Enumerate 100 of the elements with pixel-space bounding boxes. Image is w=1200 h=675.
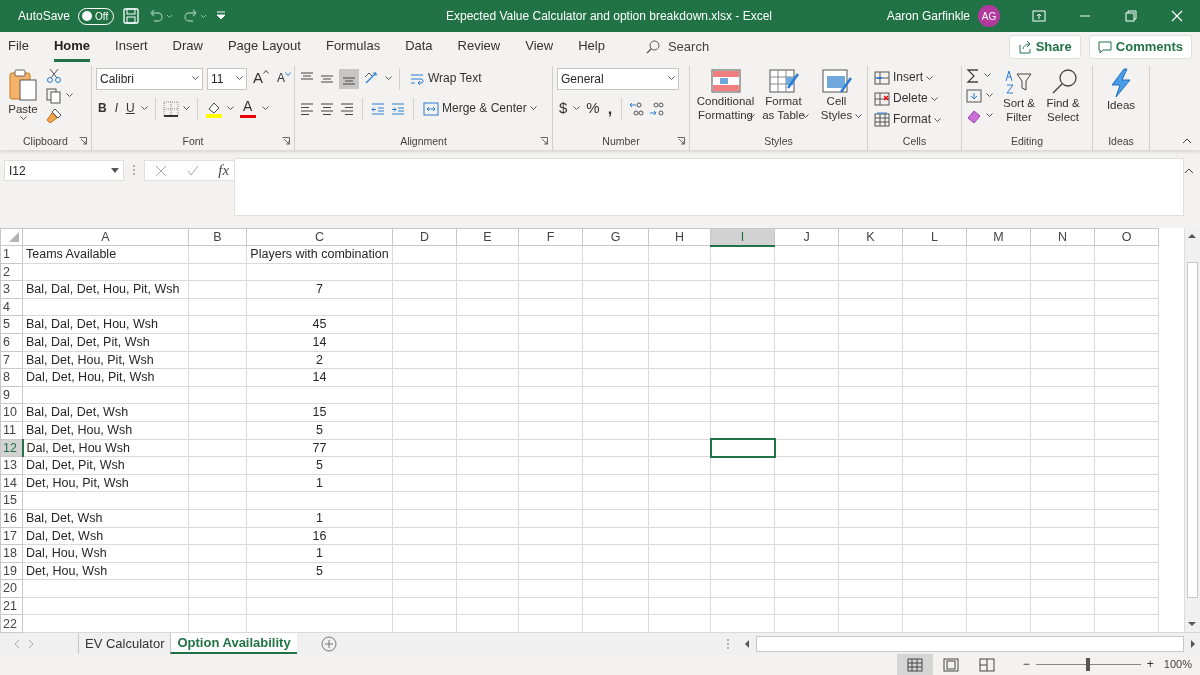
zoom-slider-thumb[interactable] xyxy=(1086,658,1091,671)
collapse-ribbon-icon[interactable] xyxy=(1182,138,1192,144)
column-header[interactable]: G xyxy=(582,228,649,246)
customize-icon[interactable] xyxy=(216,11,227,21)
collapse-formula-icon[interactable] xyxy=(1184,168,1194,174)
column-header[interactable]: K xyxy=(838,228,903,246)
comma-button[interactable]: , xyxy=(605,98,615,119)
lightning-icon xyxy=(1109,67,1133,98)
sum-icon[interactable] xyxy=(966,67,980,84)
table-cell: Bal, Det, Hou, Pit, Wsh xyxy=(26,352,154,367)
avatar[interactable]: AG xyxy=(978,5,1000,27)
column-header[interactable]: J xyxy=(774,228,839,246)
column-header[interactable]: F xyxy=(518,228,583,246)
table-cell: 14 xyxy=(312,335,327,349)
style-button[interactable]: Format as Table xyxy=(757,67,810,120)
save-icon[interactable] xyxy=(122,7,141,25)
insert-function-button[interactable]: fx xyxy=(218,159,230,182)
menu-tab[interactable]: Review xyxy=(457,32,501,62)
cells-button[interactable]: Delete xyxy=(872,88,943,110)
vertical-scrollbar[interactable] xyxy=(1184,228,1200,632)
format-painter-icon[interactable] xyxy=(46,107,62,124)
currency-button[interactable]: $ xyxy=(557,99,570,118)
increase-decimal-icon[interactable] xyxy=(629,100,646,117)
wrap-text-button[interactable]: Wrap Text xyxy=(407,69,484,88)
column-header[interactable]: M xyxy=(966,228,1031,246)
up-caret-icon xyxy=(263,70,269,75)
table-cell: 15 xyxy=(312,405,327,420)
number-format-field[interactable]: General xyxy=(557,67,679,90)
align-bottom-icon[interactable] xyxy=(339,68,359,89)
launcher-icon[interactable] xyxy=(677,136,685,145)
table-cell: 77 xyxy=(312,440,327,455)
zoom-out-button[interactable]: − xyxy=(1020,656,1032,673)
formula-input[interactable] xyxy=(234,158,1184,216)
menu-tab[interactable]: Help xyxy=(578,32,605,62)
column-header[interactable]: H xyxy=(648,228,711,246)
cancel-icon[interactable] xyxy=(154,164,167,177)
shrink-font-button[interactable]: A xyxy=(275,70,294,87)
font-name-field[interactable]: Calibri xyxy=(96,67,203,90)
italic-button[interactable]: I xyxy=(112,100,120,117)
column-header[interactable]: D xyxy=(392,228,457,246)
sheet-tab[interactable]: Option Availability xyxy=(170,633,297,654)
merge-center-button[interactable]: Merge & Center xyxy=(421,99,539,118)
menu-tab[interactable]: View xyxy=(525,32,554,62)
fill-icon[interactable] xyxy=(966,87,982,104)
group-label: Editing xyxy=(1010,134,1044,147)
paste-button[interactable]: Paste xyxy=(4,67,42,121)
view-button[interactable] xyxy=(896,654,933,675)
menu-tab[interactable]: File xyxy=(8,32,29,62)
align-left-icon[interactable] xyxy=(299,100,315,117)
align-right-icon[interactable] xyxy=(339,100,355,117)
cells-button[interactable]: Insert xyxy=(872,67,943,89)
launcher-icon[interactable] xyxy=(282,136,290,145)
redo-icon[interactable] xyxy=(182,9,209,23)
column-header[interactable]: C xyxy=(246,228,393,246)
clipboard-icon xyxy=(7,67,39,102)
editing-button[interactable]: Sort & Filter xyxy=(997,67,1041,125)
borders-icon[interactable] xyxy=(162,100,179,117)
ideas-button[interactable]: Ideas xyxy=(1103,67,1139,112)
restore-icon[interactable] xyxy=(1124,9,1138,23)
zoom-in-button[interactable]: + xyxy=(1144,656,1156,673)
underline-button[interactable]: U xyxy=(124,100,137,117)
column-header[interactable]: A xyxy=(22,228,189,246)
name-box[interactable]: I12 xyxy=(4,160,124,181)
menu-tab[interactable]: Formulas xyxy=(325,32,381,62)
table-cell: Dal, Det, Pit, Wsh xyxy=(26,458,125,473)
table-cell: Dal, Det, Hou, Pit, Wsh xyxy=(26,370,155,385)
column-header[interactable]: E xyxy=(456,228,519,246)
column-header[interactable]: N xyxy=(1030,228,1095,246)
ribbon-display-icon[interactable] xyxy=(1032,9,1046,23)
decrease-decimal-icon[interactable] xyxy=(649,100,666,117)
percent-button[interactable]: % xyxy=(584,99,602,118)
editing-button[interactable]: Find & Select xyxy=(1041,67,1085,125)
undo-icon[interactable] xyxy=(148,9,175,23)
table-cell: Bal, Det, Hou, Wsh xyxy=(26,423,133,437)
cut-icon[interactable] xyxy=(46,67,62,84)
style-button[interactable]: Cell Styles xyxy=(810,67,863,120)
font-color-button[interactable]: A xyxy=(237,98,258,119)
menu-tab[interactable]: Insert xyxy=(115,32,148,62)
comments-button[interactable]: Comments xyxy=(1088,35,1192,59)
cells-button[interactable]: Format xyxy=(872,109,943,131)
column-header[interactable]: B xyxy=(188,228,247,246)
add-sheet-icon[interactable] xyxy=(320,635,337,652)
close-icon[interactable] xyxy=(1170,9,1184,23)
style-button[interactable]: Conditional Formatting xyxy=(694,67,757,120)
font-size-field[interactable]: 11 xyxy=(207,67,247,90)
column-header[interactable]: L xyxy=(902,228,967,246)
copy-icon[interactable] xyxy=(46,87,62,104)
align-center-icon[interactable] xyxy=(319,100,335,117)
share-button[interactable]: Share xyxy=(1008,35,1081,59)
launcher-icon[interactable] xyxy=(79,136,87,145)
search-field[interactable]: Search xyxy=(645,37,710,57)
menu-tab[interactable]: Data xyxy=(405,32,433,62)
menu-tab[interactable]: Page Layout xyxy=(227,32,301,62)
active-cell[interactable] xyxy=(710,439,775,457)
menu-tab[interactable]: Draw xyxy=(172,32,203,62)
grow-font-button[interactable]: A xyxy=(251,69,271,88)
launcher-icon[interactable] xyxy=(540,136,548,145)
bold-button[interactable]: B xyxy=(96,100,109,117)
column-header[interactable]: I xyxy=(710,228,775,246)
column-header[interactable]: O xyxy=(1094,228,1159,246)
